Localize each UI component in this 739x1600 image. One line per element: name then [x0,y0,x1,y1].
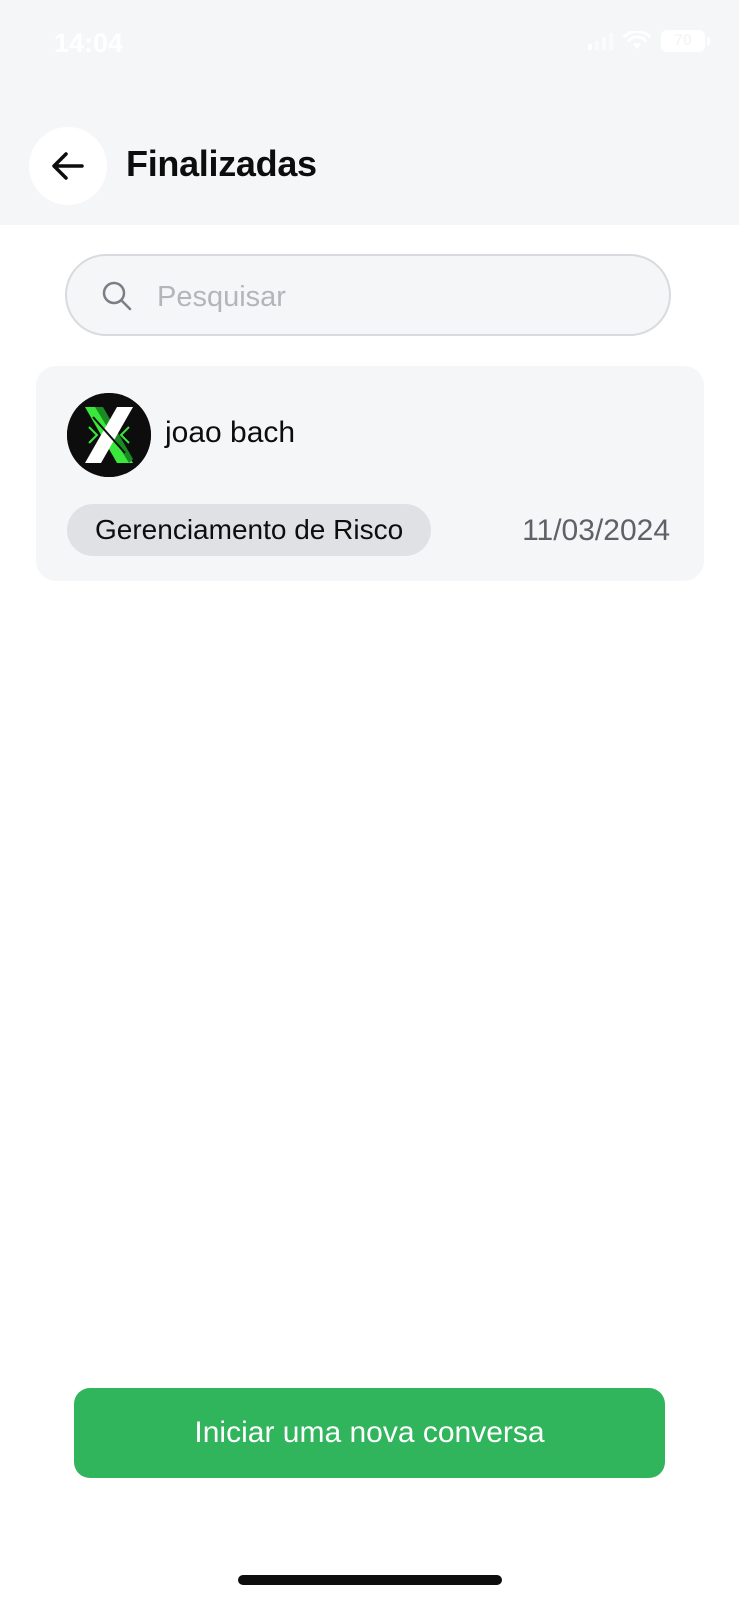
back-button[interactable] [29,127,107,205]
contact-name: joao bach [165,416,296,449]
category-tag: Gerenciamento de Risco [67,504,432,556]
conversation-date: 11/03/2024 [522,514,670,547]
search-box[interactable] [65,254,671,336]
new-conversation-button[interactable]: Iniciar uma nova conversa [74,1388,665,1478]
search-icon [102,281,132,311]
avatar [67,393,151,477]
arrow-left-icon [52,152,84,180]
wifi-icon [623,31,651,49]
home-indicator [238,1575,502,1585]
page-title: Finalizadas [126,143,317,184]
search-input[interactable] [155,274,639,320]
battery-icon: 70 [661,30,710,52]
header-area: 14:04 70 Finalizadas [0,0,739,225]
status-time: 14:04 [54,28,124,58]
x-logo-avatar [67,393,151,477]
status-bar: 14:04 70 [0,0,739,90]
conversation-card[interactable]: joao bach Gerenciamento de Risco 11/03/2… [36,366,704,581]
battery-level: 70 [674,32,692,49]
signal-icon [588,32,613,50]
status-icons: 70 [588,30,710,52]
